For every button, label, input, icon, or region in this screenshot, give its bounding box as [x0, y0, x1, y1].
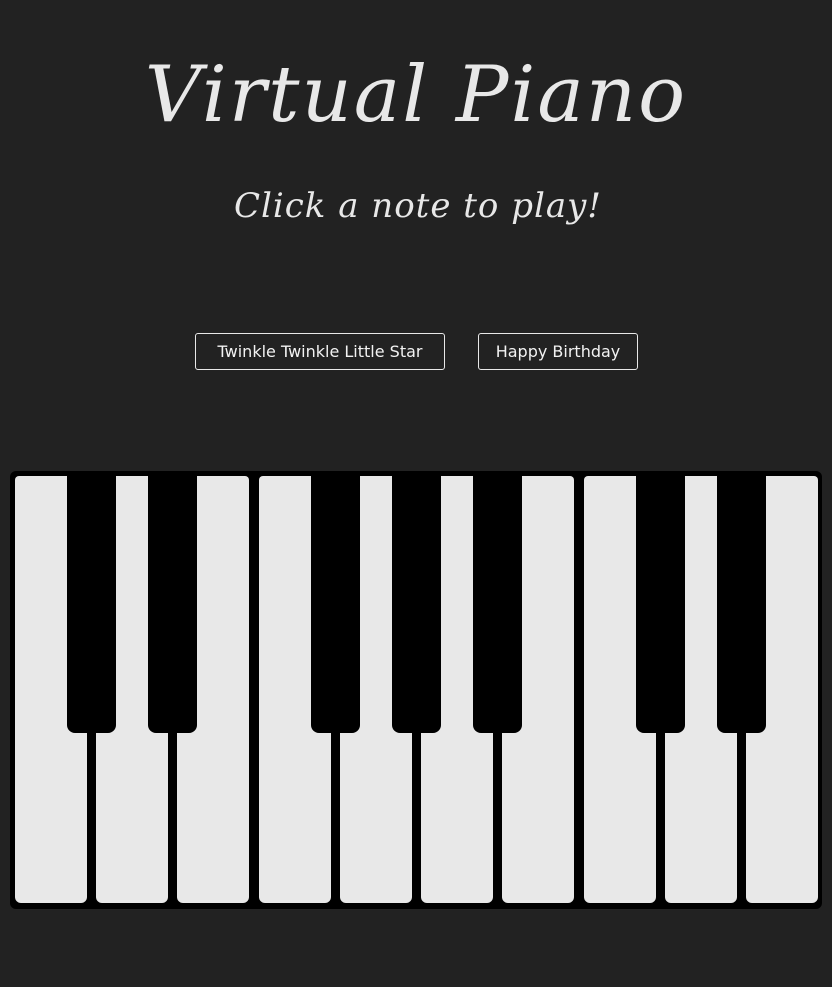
- happy-birthday-song-button[interactable]: Happy Birthday: [478, 333, 638, 370]
- black-key-c-sharp[interactable]: [67, 471, 116, 733]
- black-key-d-sharp-2[interactable]: [717, 471, 766, 733]
- twinkle-song-button[interactable]: Twinkle Twinkle Little Star: [195, 333, 445, 370]
- page-title: Virtual Piano: [144, 50, 688, 140]
- black-key-d-sharp[interactable]: [148, 471, 197, 733]
- black-key-g-sharp[interactable]: [392, 471, 441, 733]
- black-key-a-sharp[interactable]: [473, 471, 522, 733]
- piano-keyboard: [10, 471, 822, 909]
- black-key-f-sharp[interactable]: [311, 471, 360, 733]
- page-subtitle: Click a note to play!: [234, 186, 602, 226]
- black-key-c-sharp-2[interactable]: [636, 471, 685, 733]
